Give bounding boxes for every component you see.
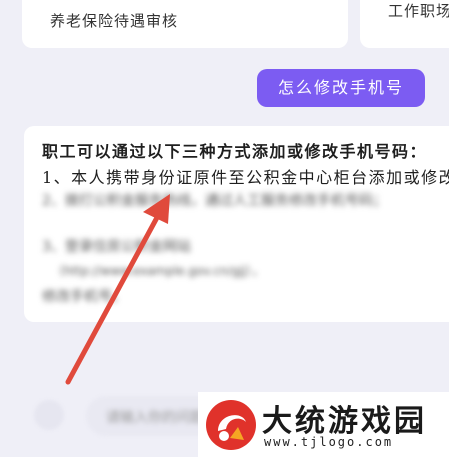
watermark-url: www.tjlogo.com xyxy=(264,435,394,449)
watermark-title: 大统游戏园 xyxy=(262,404,427,439)
red-arrow-annotation xyxy=(65,194,170,385)
site-watermark: 大统游戏园 www.tjlogo.com xyxy=(198,392,449,457)
brand-logo-icon xyxy=(206,400,256,450)
